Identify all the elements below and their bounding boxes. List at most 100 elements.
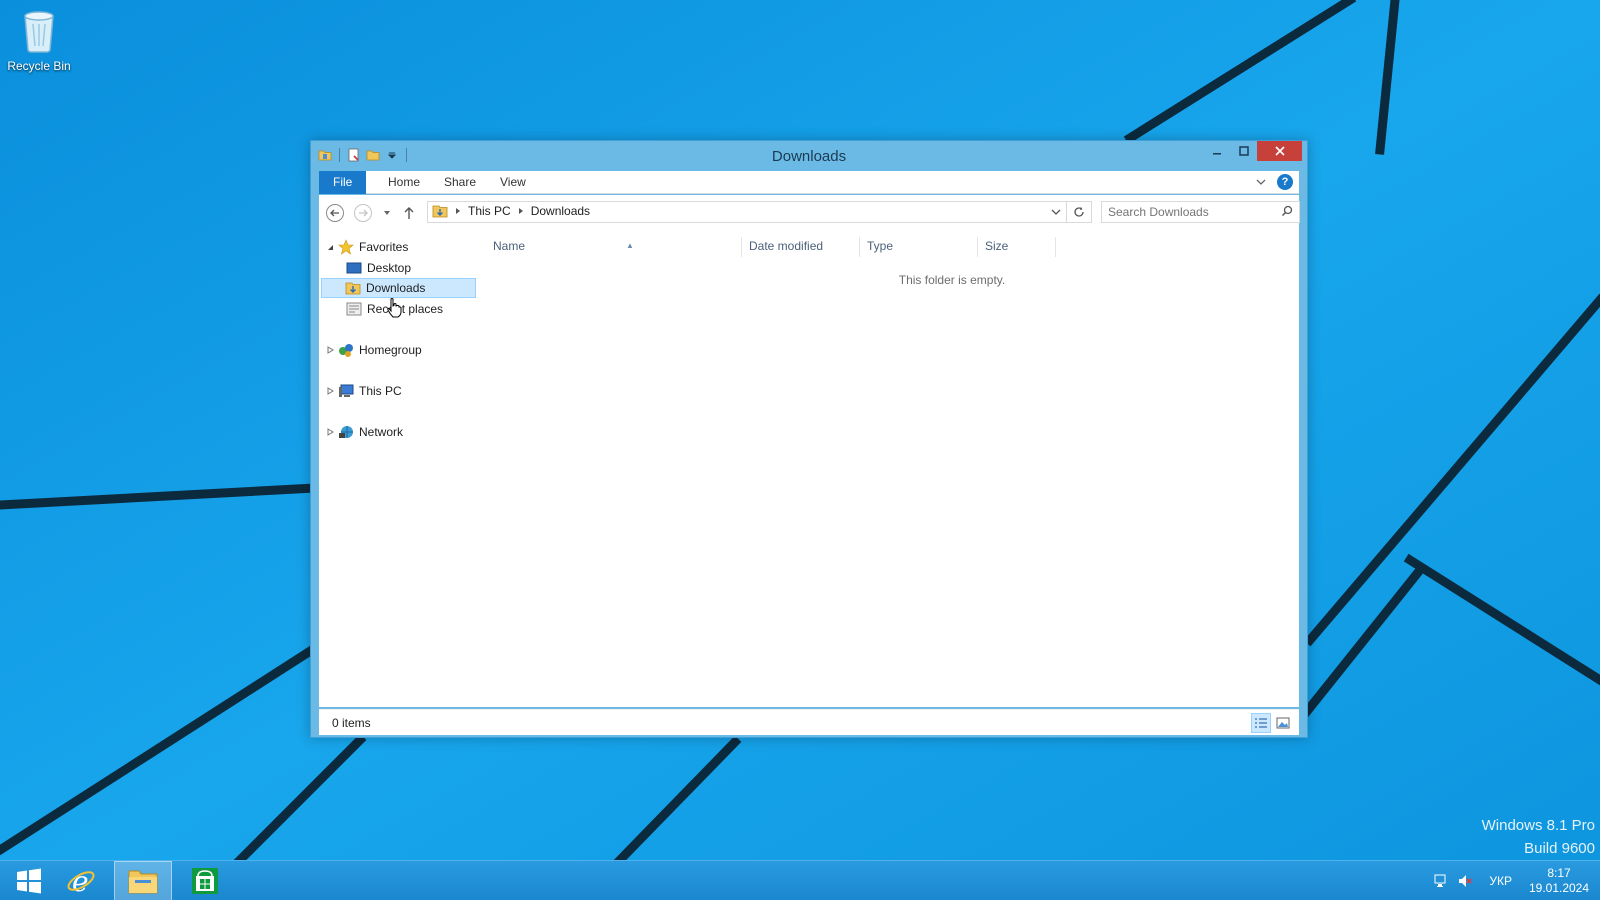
volume-muted-icon bbox=[1459, 875, 1472, 887]
downloads-folder-icon bbox=[344, 280, 362, 296]
collapsed-arrow-icon[interactable] bbox=[325, 387, 335, 395]
refresh-button[interactable] bbox=[1067, 201, 1092, 223]
search-input[interactable] bbox=[1108, 204, 1268, 220]
internet-explorer-icon: e bbox=[67, 866, 95, 896]
column-label: Name bbox=[493, 239, 526, 253]
forward-button[interactable] bbox=[353, 203, 373, 223]
start-icon bbox=[17, 868, 41, 894]
column-header-date-modified[interactable]: Date modified bbox=[749, 237, 823, 255]
taskbar: e УКР 8:17 19.01.2024 bbox=[0, 860, 1600, 900]
store-button[interactable] bbox=[176, 861, 234, 900]
nav-favorites[interactable]: Favorites bbox=[325, 237, 408, 257]
address-bar[interactable]: This PC Downloads bbox=[427, 201, 1067, 223]
tab-view[interactable]: View bbox=[487, 171, 539, 194]
tab-home[interactable]: Home bbox=[375, 171, 433, 194]
volume-button[interactable] bbox=[1453, 861, 1477, 900]
column-divider[interactable] bbox=[741, 237, 742, 257]
nav-homegroup[interactable]: Homegroup bbox=[325, 340, 422, 360]
windows-version-watermark: Windows 8.1 Pro Build 9600 bbox=[1482, 814, 1595, 860]
details-view-icon bbox=[1255, 718, 1267, 728]
nav-label: Recent places bbox=[367, 302, 444, 316]
close-button[interactable] bbox=[1257, 141, 1302, 161]
nav-label: This PC bbox=[359, 384, 402, 398]
nav-label: Homegroup bbox=[359, 343, 422, 357]
show-desktop-button[interactable] bbox=[1594, 861, 1600, 900]
back-button[interactable] bbox=[325, 203, 345, 223]
network-status-icon bbox=[1434, 874, 1446, 887]
recycle-bin-label: Recycle Bin bbox=[7, 59, 71, 73]
minimize-button[interactable] bbox=[1203, 141, 1230, 161]
maximize-button[interactable] bbox=[1230, 141, 1257, 161]
mouse-cursor-hand-icon bbox=[387, 298, 402, 318]
column-divider[interactable] bbox=[977, 237, 978, 257]
forward-arrow-icon bbox=[354, 204, 372, 222]
column-divider[interactable] bbox=[1055, 237, 1056, 257]
search-box[interactable] bbox=[1101, 201, 1300, 223]
explorer-window[interactable]: Downloads File Home Share View ? This PC… bbox=[310, 140, 1308, 738]
network-status-button[interactable] bbox=[1429, 861, 1453, 900]
clock-date: 19.01.2024 bbox=[1528, 881, 1590, 895]
back-arrow-icon bbox=[326, 204, 344, 222]
expanded-arrow-icon[interactable] bbox=[325, 244, 335, 251]
watermark-build: Build 9600 bbox=[1524, 840, 1595, 857]
input-language-indicator[interactable]: УКР bbox=[1477, 861, 1524, 900]
network-icon bbox=[337, 424, 355, 440]
computer-icon bbox=[337, 383, 355, 399]
store-icon bbox=[192, 868, 218, 894]
title-bar[interactable]: Downloads bbox=[311, 141, 1307, 171]
window-title: Downloads bbox=[771, 148, 847, 165]
column-divider[interactable] bbox=[859, 237, 860, 257]
recycle-bin-shortcut[interactable]: Recycle Bin bbox=[4, 6, 74, 73]
collapsed-arrow-icon[interactable] bbox=[325, 428, 335, 436]
expand-ribbon-icon[interactable] bbox=[1255, 176, 1267, 188]
empty-folder-message: This folder is empty. bbox=[898, 273, 1006, 287]
chevron-down-icon bbox=[384, 211, 390, 215]
file-list[interactable]: Name ▲ Date modified Type Size This fold… bbox=[481, 231, 1299, 707]
breadcrumb-this-pc[interactable]: This PC bbox=[468, 204, 511, 218]
recent-locations-button[interactable] bbox=[377, 203, 397, 223]
recycle-bin-icon bbox=[24, 11, 54, 53]
clock[interactable]: 8:17 19.01.2024 bbox=[1524, 866, 1594, 896]
help-icon[interactable]: ? bbox=[1277, 174, 1293, 190]
system-tray: УКР 8:17 19.01.2024 bbox=[1429, 861, 1600, 900]
start-button[interactable] bbox=[0, 861, 58, 900]
downloads-folder-icon bbox=[432, 205, 448, 218]
minimize-icon bbox=[1212, 153, 1221, 155]
desktop-icon bbox=[345, 260, 363, 276]
item-count: 0 items bbox=[332, 716, 371, 730]
refresh-icon bbox=[1074, 207, 1084, 217]
large-icons-view-button[interactable] bbox=[1273, 713, 1293, 733]
watermark-edition: Windows 8.1 Pro bbox=[1481, 817, 1595, 834]
column-header-name[interactable]: Name ▲ bbox=[493, 237, 743, 255]
status-bar: 0 items bbox=[319, 709, 1299, 735]
column-header-size[interactable]: Size bbox=[985, 237, 1008, 255]
search-icon[interactable] bbox=[1281, 205, 1293, 217]
address-toolbar: This PC Downloads bbox=[319, 195, 1300, 231]
homegroup-icon bbox=[337, 342, 355, 358]
close-icon bbox=[1274, 146, 1285, 156]
content-area: Favorites Desktop Downloads Recent place… bbox=[319, 231, 1299, 707]
internet-explorer-button[interactable]: e bbox=[52, 861, 110, 900]
tab-file[interactable]: File bbox=[319, 171, 367, 194]
nav-network[interactable]: Network bbox=[325, 422, 403, 442]
breadcrumb-downloads[interactable]: Downloads bbox=[531, 204, 590, 218]
star-icon bbox=[337, 239, 355, 255]
nav-label: Network bbox=[359, 425, 404, 439]
file-explorer-button[interactable] bbox=[114, 861, 172, 900]
address-history-dropdown-icon[interactable] bbox=[1050, 206, 1062, 218]
caption-buttons bbox=[1203, 141, 1302, 161]
up-arrow-icon bbox=[404, 207, 414, 219]
nav-downloads[interactable]: Downloads bbox=[321, 278, 476, 298]
up-button[interactable] bbox=[399, 203, 419, 223]
column-header-type[interactable]: Type bbox=[867, 237, 893, 255]
details-view-button[interactable] bbox=[1251, 713, 1271, 733]
tab-share[interactable]: Share bbox=[431, 171, 489, 194]
file-explorer-icon bbox=[128, 870, 158, 894]
collapsed-arrow-icon[interactable] bbox=[325, 346, 335, 354]
nav-desktop[interactable]: Desktop bbox=[345, 258, 411, 278]
recent-places-icon bbox=[345, 301, 363, 317]
nav-this-pc[interactable]: This PC bbox=[325, 381, 402, 401]
ribbon-tabs: File Home Share View ? bbox=[319, 171, 1299, 194]
chevron-right-icon[interactable] bbox=[517, 207, 525, 215]
chevron-right-icon[interactable] bbox=[454, 207, 462, 215]
